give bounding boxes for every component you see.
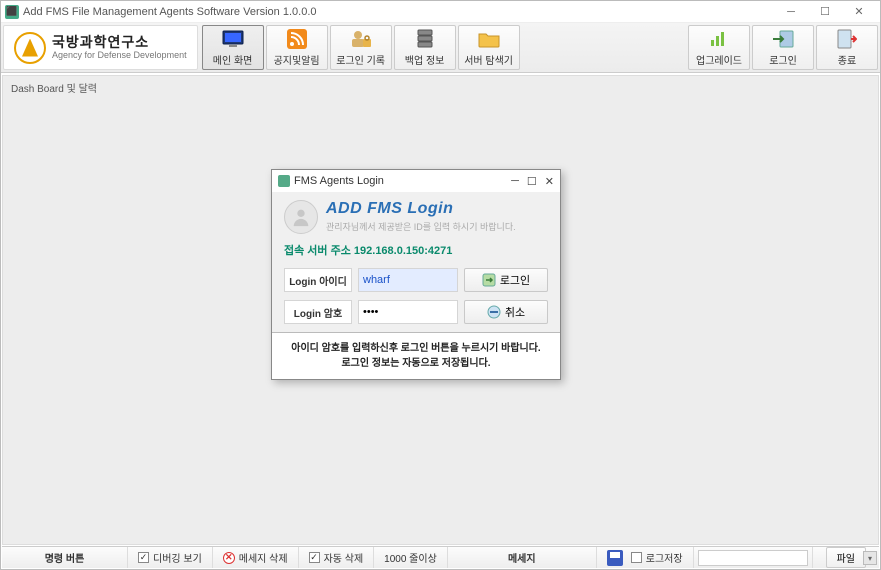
modal-maximize-button[interactable]: ☐ xyxy=(527,175,537,188)
toolbar-notice-label: 공지및알림 xyxy=(274,52,320,67)
toolbar-upgrade-button[interactable]: 업그레이드 xyxy=(688,25,750,70)
message-delete-label: 메세지 삭제 xyxy=(239,550,288,565)
toolbar-upgrade-label: 업그레이드 xyxy=(696,52,742,67)
log-save-group: 로그저장 xyxy=(597,547,694,568)
command-button-label: 명령 버튼 xyxy=(2,547,128,568)
log-path-input[interactable] xyxy=(698,550,808,566)
toolbar-main-label: 메인 화면 xyxy=(213,52,253,67)
folder-icon xyxy=(478,28,500,50)
login-modal: FMS Agents Login ─ ☐ ✕ ADD FMS Login 관리자… xyxy=(271,169,561,380)
brand-logo-icon xyxy=(14,32,46,64)
login-pw-label: Login 암호 xyxy=(284,300,352,324)
avatar-icon xyxy=(284,200,318,234)
login-footer-line1: 아이디 암호를 입력하신후 로그인 버튼을 누르시기 바랍니다. xyxy=(282,341,550,356)
login-heading: ADD FMS Login xyxy=(326,200,516,218)
login-id-input[interactable] xyxy=(358,268,458,292)
toolbar-notice-button[interactable]: 공지및알림 xyxy=(266,25,328,70)
toolbar-loginlog-button[interactable]: 로그인 기록 xyxy=(330,25,392,70)
login-cancel-button[interactable]: 취소 xyxy=(464,300,548,324)
maximize-button[interactable]: ☐ xyxy=(808,2,842,22)
toolbar-loginlog-label: 로그인 기록 xyxy=(336,52,385,67)
modal-close-button[interactable]: ✕ xyxy=(545,175,554,188)
minimize-button[interactable]: ─ xyxy=(774,2,808,22)
chart-icon xyxy=(709,28,729,50)
server-icon xyxy=(416,28,434,50)
login-cancel-label: 취소 xyxy=(505,304,525,320)
scroll-corner[interactable]: ▾ xyxy=(863,551,877,565)
server-info: 접속 서버 주소 192.168.0.150:4271 xyxy=(284,242,548,258)
toolbar-login-label: 로그인 xyxy=(769,52,797,67)
breadcrumb: Dash Board 및 달력 xyxy=(3,76,878,99)
login-submit-label: 로그인 xyxy=(500,272,530,288)
cancel-icon xyxy=(487,305,501,319)
monitor-icon xyxy=(222,28,244,50)
toolbar-explorer-button[interactable]: 서버 탐색기 xyxy=(458,25,520,70)
debug-checkbox[interactable]: ✓ xyxy=(138,552,149,563)
app-icon: ⬛ xyxy=(5,5,19,19)
lock-user-icon xyxy=(350,28,372,50)
toolbar-exit-button[interactable]: 종료 xyxy=(816,25,878,70)
toolbar-backup-label: 백업 정보 xyxy=(405,52,445,67)
message-delete-button[interactable]: ✕ 메세지 삭제 xyxy=(213,547,299,568)
server-address: 192.168.0.150:4271 xyxy=(354,245,452,257)
main-toolbar: 국방과학연구소 Agency for Defense Development 메… xyxy=(1,23,880,73)
modal-app-icon xyxy=(278,175,290,187)
login-id-label: Login 아이디 xyxy=(284,268,352,292)
modal-titlebar: FMS Agents Login ─ ☐ ✕ xyxy=(272,170,560,192)
login-footer: 아이디 암호를 입력하신후 로그인 버튼을 누르시기 바랍니다. 로그인 정보는… xyxy=(272,332,560,379)
auto-delete-checkbox[interactable]: ✓ xyxy=(309,552,320,563)
file-button[interactable]: 파일 xyxy=(826,547,866,568)
message-header: 메세지 xyxy=(448,547,597,568)
brand-block: 국방과학연구소 Agency for Defense Development xyxy=(3,25,198,70)
brand-name-ko: 국방과학연구소 xyxy=(52,34,187,50)
debug-view-toggle[interactable]: ✓ 디버깅 보기 xyxy=(128,547,213,568)
toolbar-exit-label: 종료 xyxy=(838,52,856,67)
login-icon xyxy=(772,28,794,50)
toolbar-main-button[interactable]: 메인 화면 xyxy=(202,25,264,70)
login-footer-line2: 로그인 정보는 자동으로 저장됩니다. xyxy=(282,356,550,371)
modal-minimize-button[interactable]: ─ xyxy=(511,175,519,188)
window-controls: ─ ☐ ✕ xyxy=(774,2,876,22)
toolbar-login-button[interactable]: 로그인 xyxy=(752,25,814,70)
debug-view-label: 디버깅 보기 xyxy=(153,550,202,565)
login-pw-input[interactable] xyxy=(358,300,458,324)
log-save-label: 로그저장 xyxy=(646,550,683,565)
close-button[interactable]: ✕ xyxy=(842,2,876,22)
window-titlebar: ⬛ Add FMS File Management Agents Softwar… xyxy=(1,1,880,23)
brand-name-en: Agency for Defense Development xyxy=(52,50,187,60)
save-icon xyxy=(607,550,623,566)
modal-title-text: FMS Agents Login xyxy=(294,175,511,187)
x-icon: ✕ xyxy=(223,552,235,564)
log-save-checkbox[interactable] xyxy=(631,552,642,563)
auto-delete-label: 자동 삭제 xyxy=(324,550,364,565)
login-submit-button[interactable]: 로그인 xyxy=(464,268,548,292)
statusbar: 명령 버튼 ✓ 디버깅 보기 ✕ 메세지 삭제 ✓ 자동 삭제 1000 줄이상… xyxy=(2,546,879,568)
server-label: 접속 서버 주소 xyxy=(284,245,351,257)
window-title: Add FMS File Management Agents Software … xyxy=(23,6,774,18)
auto-delete-toggle[interactable]: ✓ 자동 삭제 xyxy=(299,547,375,568)
toolbar-backup-button[interactable]: 백업 정보 xyxy=(394,25,456,70)
line-threshold[interactable]: 1000 줄이상 xyxy=(374,547,448,568)
exit-icon xyxy=(837,28,857,50)
login-subtitle: 관리자님께서 제공받은 ID를 입력 하시기 바랍니다. xyxy=(326,220,516,233)
line-threshold-label: 1000 줄이상 xyxy=(384,550,437,565)
rss-icon xyxy=(287,28,307,50)
toolbar-explorer-label: 서버 탐색기 xyxy=(464,52,513,67)
key-icon xyxy=(482,273,496,287)
